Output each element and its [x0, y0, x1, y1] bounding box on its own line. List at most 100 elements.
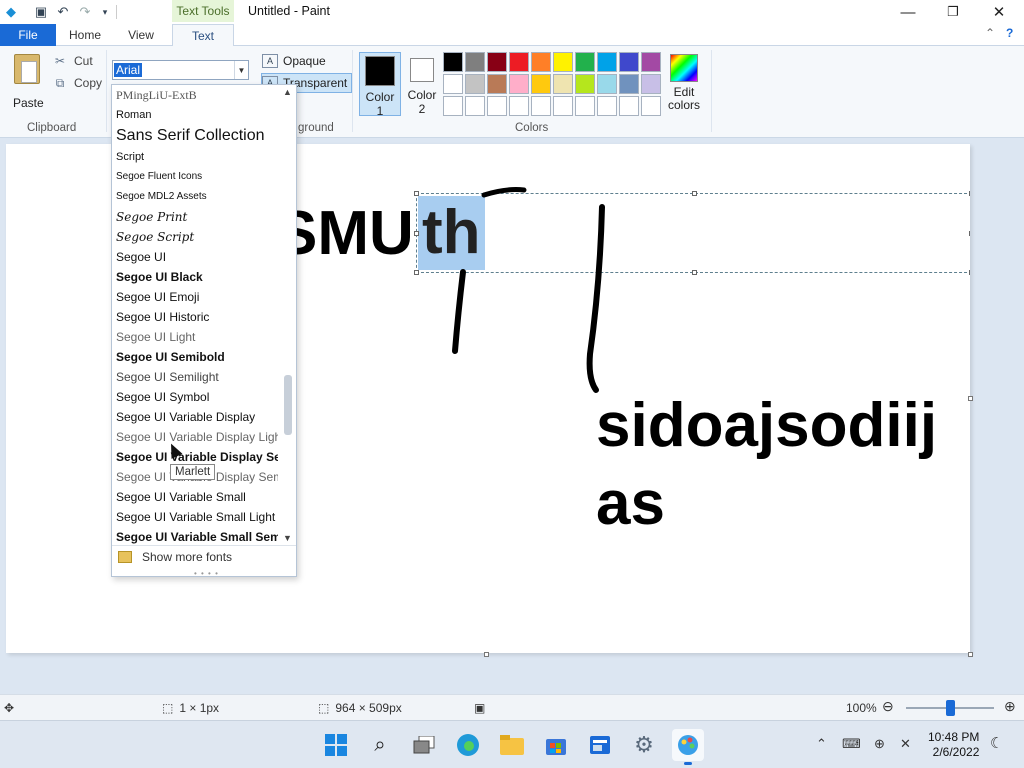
zoom-slider-thumb[interactable] [946, 700, 955, 716]
font-family-combobox[interactable]: Arial ▼ [112, 60, 249, 80]
notifications-icon[interactable]: ☾ [990, 734, 1003, 752]
palette-swatch[interactable] [597, 74, 617, 94]
font-option[interactable]: PMingLiU-ExtB [112, 85, 278, 105]
font-option[interactable]: Segoe UI Black [112, 267, 278, 287]
network-globe-icon[interactable]: ⊕ [874, 736, 885, 752]
show-more-fonts-button[interactable]: Show more fonts [112, 545, 296, 567]
palette-swatch[interactable] [575, 74, 595, 94]
paste-button[interactable]: Paste [6, 52, 48, 114]
scrollbar-thumb[interactable] [284, 375, 292, 435]
canvas-resize-handle-right[interactable] [968, 396, 973, 401]
zoom-out-icon[interactable]: ⊖ [882, 698, 894, 715]
collapse-ribbon-icon[interactable]: ⌃ [985, 26, 995, 40]
font-option[interactable]: Segoe Script [112, 227, 278, 247]
opaque-option[interactable]: A Opaque [262, 51, 326, 71]
scroll-up-icon[interactable]: ▲ [279, 85, 296, 99]
palette-swatch[interactable] [487, 96, 507, 116]
chevron-down-icon[interactable]: ▼ [234, 61, 248, 79]
palette-swatch[interactable] [553, 96, 573, 116]
palette-swatch[interactable] [575, 96, 595, 116]
font-option[interactable]: Segoe UI Semilight [112, 367, 278, 387]
zoom-in-icon[interactable]: ⊕ [1004, 698, 1016, 715]
redo-icon[interactable]: ↷ [76, 3, 94, 21]
task-view-icon[interactable] [408, 729, 440, 761]
palette-swatch[interactable] [509, 96, 529, 116]
edit-colors-button[interactable]: Edit colors [664, 54, 704, 112]
font-option[interactable]: Segoe UI Historic [112, 307, 278, 327]
font-option[interactable]: Script [112, 147, 278, 167]
edge-browser-icon[interactable] [452, 729, 484, 761]
font-option[interactable]: Segoe UI Variable Small Semibold [112, 527, 278, 545]
palette-swatch[interactable] [531, 74, 551, 94]
news-app-icon[interactable] [584, 729, 616, 761]
microsoft-store-icon[interactable] [540, 729, 572, 761]
palette-swatch[interactable] [487, 52, 507, 72]
tab-file[interactable]: File [0, 24, 56, 46]
font-list-scrollbar[interactable]: ▲ ▼ [279, 85, 296, 545]
save-icon[interactable]: ▣ [32, 3, 50, 21]
keyboard-icon[interactable]: ⌨ [842, 736, 861, 752]
font-option[interactable]: Segoe MDL2 Assets [112, 187, 278, 207]
copy-button[interactable]: ⧉ Copy [52, 74, 102, 92]
palette-swatch[interactable] [443, 52, 463, 72]
font-option[interactable]: Segoe UI Variable Small [112, 487, 278, 507]
font-option[interactable]: Segoe UI Variable Small Light [112, 507, 278, 527]
tab-text[interactable]: Text [172, 24, 234, 47]
font-option[interactable]: Segoe UI Variable Display Light [112, 427, 278, 447]
font-option[interactable]: Segoe UI Emoji [112, 287, 278, 307]
volume-muted-icon[interactable]: ✕ [900, 736, 911, 752]
customize-quick-access-icon[interactable]: ▾ [96, 3, 114, 21]
color2-button[interactable]: Color 2 [401, 52, 443, 116]
start-icon[interactable] [320, 729, 352, 761]
font-option[interactable]: Segoe UI [112, 247, 278, 267]
maximize-button[interactable]: ❐ [930, 0, 976, 24]
font-option[interactable]: Segoe UI Semibold [112, 347, 278, 367]
palette-swatch[interactable] [553, 52, 573, 72]
palette-swatch[interactable] [641, 52, 661, 72]
resize-grip-icon[interactable]: • • • • [194, 569, 219, 578]
palette-swatch[interactable] [619, 52, 639, 72]
palette-swatch[interactable] [597, 52, 617, 72]
palette-swatch[interactable] [443, 74, 463, 94]
tab-home[interactable]: Home [60, 24, 110, 46]
font-option[interactable]: Segoe Fluent Icons [112, 167, 278, 187]
palette-swatch[interactable] [531, 96, 551, 116]
palette-swatch[interactable] [619, 74, 639, 94]
scroll-down-icon[interactable]: ▼ [279, 531, 296, 545]
canvas-resize-handle-corner[interactable] [968, 652, 973, 657]
font-option[interactable]: Segoe UI Symbol [112, 387, 278, 407]
palette-swatch[interactable] [465, 52, 485, 72]
palette-swatch[interactable] [597, 96, 617, 116]
palette-swatch[interactable] [509, 74, 529, 94]
paint-app-icon[interactable]: ◆ [2, 3, 20, 21]
search-icon[interactable]: ⌕ [364, 729, 396, 761]
tab-view[interactable]: View [116, 24, 166, 46]
undo-icon[interactable]: ↶ [54, 3, 72, 21]
palette-swatch[interactable] [553, 74, 573, 94]
palette-swatch[interactable] [641, 74, 661, 94]
font-option[interactable]: Segoe Print [112, 207, 278, 227]
palette-swatch[interactable] [509, 52, 529, 72]
settings-gear-icon[interactable]: ⚙ [628, 729, 660, 761]
font-option[interactable]: Segoe UI Variable Display [112, 407, 278, 427]
font-option[interactable]: Segoe UI Light [112, 327, 278, 347]
font-option[interactable]: Sans Serif Collection [112, 125, 278, 147]
palette-swatch[interactable] [619, 96, 639, 116]
palette-swatch[interactable] [443, 96, 463, 116]
font-option[interactable]: Roman [112, 105, 278, 125]
file-explorer-icon[interactable] [496, 729, 528, 761]
system-clock[interactable]: 10:48 PM 2/6/2022 [928, 730, 979, 760]
color1-button[interactable]: Color 1 [359, 52, 401, 118]
palette-swatch[interactable] [641, 96, 661, 116]
close-button[interactable]: ✕ [976, 0, 1022, 24]
palette-swatch[interactable] [531, 52, 551, 72]
cut-button[interactable]: ✂ Cut [52, 52, 93, 70]
palette-swatch[interactable] [487, 74, 507, 94]
minimize-button[interactable]: — [885, 0, 931, 24]
palette-swatch[interactable] [575, 52, 595, 72]
help-icon[interactable]: ? [1006, 26, 1013, 40]
palette-swatch[interactable] [465, 96, 485, 116]
canvas-resize-handle-bottom[interactable] [484, 652, 489, 657]
show-hidden-icons-icon[interactable]: ⌃ [816, 736, 827, 752]
paint-taskbar-icon[interactable] [672, 729, 704, 765]
